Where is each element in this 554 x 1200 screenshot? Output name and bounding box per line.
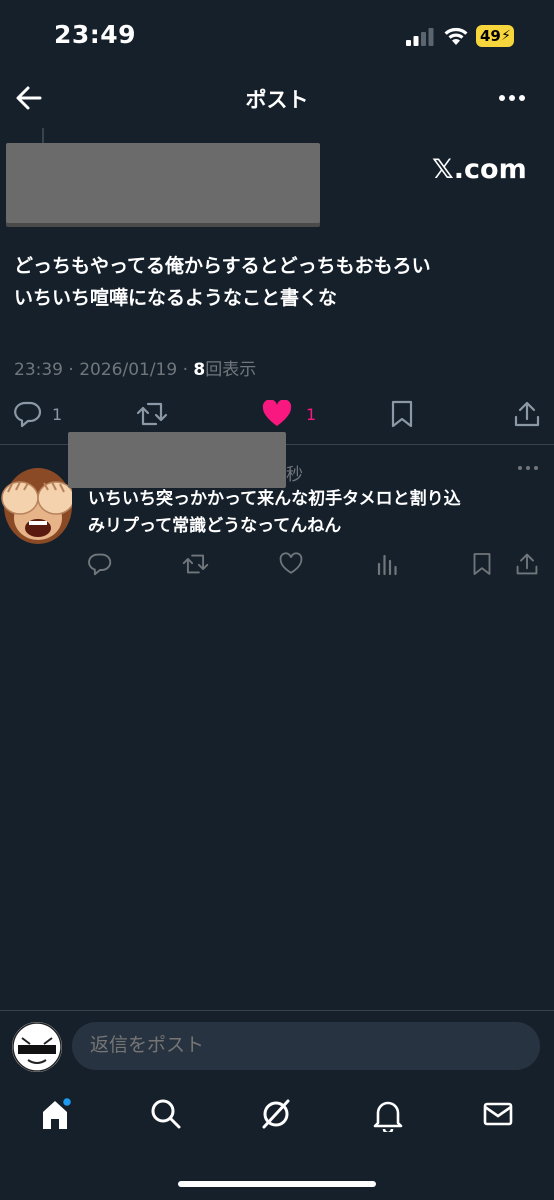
page-title: ポスト	[245, 88, 309, 112]
post-text-line: どっちもやってる俺からするとどっちもおもろい	[14, 255, 431, 277]
mail-icon	[483, 1102, 513, 1126]
post-meta: 23:39 · 2026/01/19 · 8回表示	[14, 355, 256, 380]
views-label: 回表示	[205, 360, 257, 380]
views-icon	[377, 554, 397, 576]
share-icon	[514, 401, 540, 427]
my-avatar[interactable]	[12, 1022, 62, 1072]
reply-bookmark-button[interactable]	[472, 552, 492, 576]
reply-icon	[14, 401, 42, 428]
tab-grok[interactable]	[260, 1098, 292, 1130]
tab-notifications[interactable]	[372, 1098, 404, 1132]
redacted-reply-author	[68, 432, 286, 488]
thread-line	[42, 128, 44, 144]
heart-icon	[279, 552, 303, 574]
home-indicator	[178, 1181, 376, 1187]
reply-more-icon[interactable]	[517, 462, 539, 474]
tab-messages[interactable]	[482, 1098, 514, 1130]
reply-text-line: いちいち突っかかって来んな初手タメロと割り込	[88, 489, 461, 509]
reply-retweet-button[interactable]	[182, 552, 209, 576]
post-timestamp: 23:39 · 2026/01/19 ·	[14, 360, 194, 380]
retweet-button[interactable]	[136, 400, 168, 428]
retweet-icon	[182, 554, 209, 574]
source-label: 𝕏.com	[432, 154, 527, 185]
reply-share-button[interactable]	[515, 552, 539, 576]
reply-count: 1	[52, 404, 63, 424]
more-icon[interactable]	[497, 84, 527, 112]
retweet-icon	[136, 402, 168, 426]
status-time: 23:49	[54, 20, 137, 49]
grok-icon	[262, 1099, 290, 1129]
reply-text: いちいち突っかかって来んな初手タメロと割り込 みリプって常識どうなってんねん	[88, 486, 548, 540]
charging-bolt-icon: ⚡	[501, 28, 511, 44]
heart-icon	[262, 400, 292, 426]
home-icon	[43, 1098, 73, 1129]
post-text: どっちもやってる俺からするとどっちもおもろい いちいち喧嘩になるようなこと書くな	[14, 250, 544, 314]
post-text-line: いちいち喧嘩になるようなこと書くな	[14, 287, 338, 309]
reply-reply-button[interactable]	[88, 552, 112, 576]
battery-icon: 49 ⚡	[476, 25, 514, 47]
reply-avatar[interactable]	[0, 440, 72, 550]
bookmark-button[interactable]	[390, 400, 414, 428]
redacted-author	[6, 143, 320, 223]
tab-home[interactable]	[40, 1098, 74, 1132]
reply-text-line: みリプって常識どうなってんねん	[88, 516, 342, 536]
reply-time: 秒	[286, 465, 303, 485]
share-icon	[516, 553, 538, 575]
views-count: 8	[193, 360, 206, 380]
share-button[interactable]	[513, 400, 541, 428]
reply-icon	[88, 553, 112, 576]
bookmark-icon	[473, 553, 491, 575]
reply-views-button[interactable]	[376, 552, 398, 576]
like-button[interactable]: 1	[262, 400, 316, 428]
battery-level: 49	[480, 27, 501, 45]
signal-icon	[406, 28, 434, 46]
reply-like-button[interactable]	[279, 552, 303, 576]
reply-compose-input[interactable]	[72, 1022, 540, 1070]
bell-icon	[373, 1101, 403, 1132]
bookmark-icon	[391, 400, 413, 428]
tab-search[interactable]	[150, 1098, 182, 1130]
search-icon	[151, 1099, 181, 1129]
wifi-icon	[443, 26, 469, 46]
reply-button[interactable]: 1	[14, 400, 62, 428]
like-count: 1	[306, 404, 317, 424]
